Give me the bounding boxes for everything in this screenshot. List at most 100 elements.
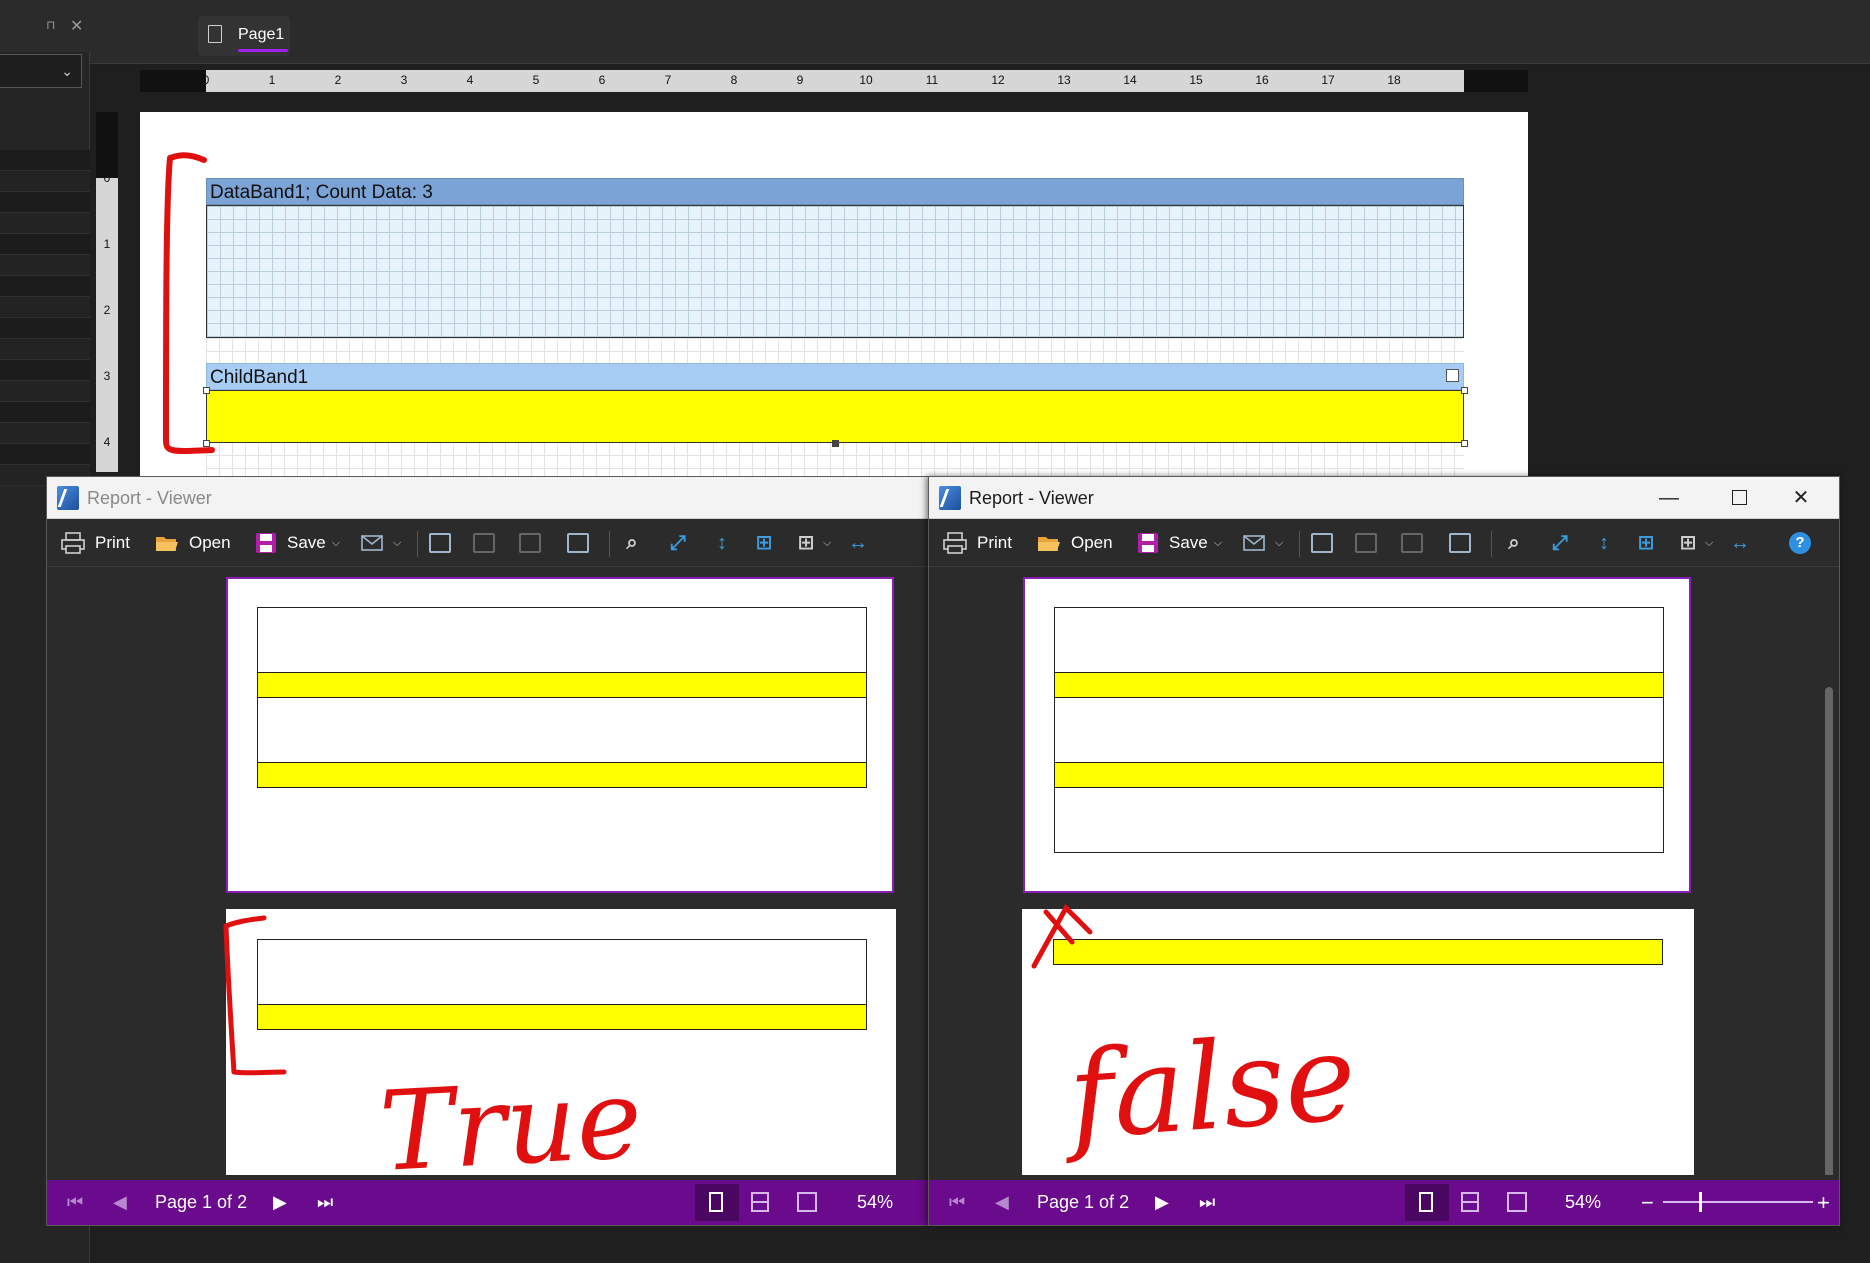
page-indicator[interactable]: Page 1 of 2 (1037, 1180, 1129, 1225)
page-indicator[interactable]: Page 1 of 2 (155, 1180, 247, 1225)
next-page-icon[interactable]: ▶ (273, 1180, 287, 1225)
continuous-view-button[interactable] (1449, 1184, 1493, 1221)
chevron-down-icon[interactable]: ⌵ (332, 537, 340, 550)
bookmarks-button[interactable] (1311, 527, 1333, 559)
close-icon[interactable]: ✕ (70, 16, 83, 36)
childband-header[interactable]: ChildBand1 (206, 363, 1464, 390)
open-button[interactable]: Open (1037, 527, 1113, 559)
print-button[interactable]: Print (943, 527, 1012, 559)
preview-page-2[interactable] (226, 909, 896, 1175)
tab-page1[interactable]: Page1 (198, 16, 290, 56)
multiple-pages-view-button[interactable] (1495, 1184, 1539, 1221)
panel-row[interactable] (0, 339, 90, 360)
preview-page-1[interactable] (226, 577, 894, 893)
zoom-out-icon[interactable]: − (1641, 1180, 1654, 1225)
view-mode-button[interactable]: ⊞ ⌵ (795, 527, 832, 559)
chevron-down-icon[interactable]: ⌵ (1275, 537, 1283, 550)
full-screen-button[interactable]: ⤢ (667, 527, 689, 559)
last-page-icon[interactable]: ⏭ (317, 1180, 333, 1225)
previous-page-icon[interactable]: ◀ (995, 1180, 1009, 1225)
save-button[interactable]: Save ⌵ (1137, 527, 1222, 559)
editor-button[interactable] (567, 527, 589, 559)
single-page-view-button[interactable] (695, 1184, 739, 1221)
childband-body[interactable] (206, 390, 1464, 443)
panel-row[interactable] (0, 150, 90, 171)
resize-handle[interactable] (203, 440, 210, 447)
page-height-button[interactable]: ↕ (1593, 527, 1615, 559)
thumbnails-button[interactable] (1401, 527, 1423, 559)
continuous-view-button[interactable] (739, 1184, 783, 1221)
send-email-button[interactable]: ⌵ (361, 527, 401, 559)
preview-page-2[interactable] (1022, 909, 1694, 1175)
band-options-icon[interactable] (1446, 369, 1459, 382)
page-view-button[interactable]: ↔ (847, 527, 869, 559)
zoom-in-icon[interactable]: + (1817, 1180, 1830, 1225)
zoom-slider-thumb[interactable] (1699, 1192, 1702, 1212)
zoom-level[interactable]: 54% (857, 1180, 893, 1225)
bookmarks-button[interactable] (429, 527, 451, 559)
panel-combo[interactable]: ⌄ (0, 54, 82, 88)
panel-row[interactable] (0, 423, 90, 444)
first-page-icon[interactable]: ⏮ (67, 1180, 83, 1225)
close-button[interactable]: ✕ (1771, 477, 1831, 519)
panel-row[interactable] (0, 276, 90, 297)
multiple-pages-view-button[interactable] (785, 1184, 829, 1221)
next-page-icon[interactable]: ▶ (1155, 1180, 1169, 1225)
page-view-button[interactable]: ↔ (1729, 527, 1751, 559)
open-button[interactable]: Open (155, 527, 231, 559)
find-button[interactable]: ⌕ (621, 527, 643, 559)
save-button[interactable]: Save ⌵ (255, 527, 340, 559)
resize-handle[interactable] (203, 387, 210, 394)
panel-row[interactable] (0, 234, 90, 255)
report-page[interactable]: DataBand1; Count Data: 3 ChildBand1 (140, 112, 1528, 482)
page-height-button[interactable]: ↕ (711, 527, 733, 559)
panel-row[interactable] (0, 360, 90, 381)
parameters-button[interactable] (473, 527, 495, 559)
parameters-button[interactable] (1355, 527, 1377, 559)
page-width-button[interactable]: ⊞ (1635, 527, 1657, 559)
panel-row[interactable] (0, 192, 90, 213)
chevron-down-icon[interactable]: ⌵ (823, 537, 831, 550)
print-button[interactable]: Print (61, 527, 130, 559)
viewer-preview-area[interactable] (47, 567, 930, 1175)
databand-header[interactable]: DataBand1; Count Data: 3 (206, 178, 1464, 205)
report-viewer-window-right[interactable]: Report - Viewer — ✕ Print Open Save ⌵ ⌵ (928, 476, 1840, 1226)
chevron-down-icon[interactable]: ⌵ (1214, 537, 1222, 550)
pin-icon[interactable]: ⊓ (46, 18, 55, 32)
maximize-button[interactable] (1709, 477, 1769, 519)
panel-row[interactable] (0, 255, 90, 276)
resize-handle[interactable] (1461, 440, 1468, 447)
zoom-slider[interactable] (1663, 1201, 1813, 1203)
first-page-icon[interactable]: ⏮ (949, 1180, 965, 1225)
panel-row[interactable] (0, 213, 90, 234)
editor-button[interactable] (1449, 527, 1471, 559)
panel-row[interactable] (0, 381, 90, 402)
previous-page-icon[interactable]: ◀ (113, 1180, 127, 1225)
viewer-preview-area[interactable] (929, 567, 1839, 1175)
panel-row[interactable] (0, 402, 90, 423)
viewer-titlebar[interactable]: Report - Viewer — ✕ (929, 477, 1839, 519)
vertical-scrollbar[interactable] (1825, 687, 1833, 1175)
zoom-level[interactable]: 54% (1565, 1180, 1601, 1225)
page-width-button[interactable]: ⊞ (753, 527, 775, 559)
preview-page-1[interactable] (1023, 577, 1691, 893)
panel-row[interactable] (0, 171, 90, 192)
help-button[interactable]: ? (1789, 527, 1811, 559)
last-page-icon[interactable]: ⏭ (1199, 1180, 1215, 1225)
find-button[interactable]: ⌕ (1503, 527, 1525, 559)
send-email-button[interactable]: ⌵ (1243, 527, 1283, 559)
single-page-view-button[interactable] (1405, 1184, 1449, 1221)
view-mode-button[interactable]: ⊞ ⌵ (1677, 527, 1714, 559)
viewer-titlebar[interactable]: Report - Viewer (47, 477, 930, 519)
full-screen-button[interactable]: ⤢ (1549, 527, 1571, 559)
panel-row[interactable] (0, 318, 90, 339)
databand-body[interactable] (206, 205, 1464, 338)
resize-handle[interactable] (832, 440, 839, 447)
panel-row[interactable] (0, 297, 90, 318)
minimize-button[interactable]: — (1639, 477, 1699, 519)
panel-row[interactable] (0, 444, 90, 465)
report-viewer-window-left[interactable]: Report - Viewer Print Open Save ⌵ ⌵ ⌕ ⤢ … (46, 476, 931, 1226)
thumbnails-button[interactable] (519, 527, 541, 559)
resize-handle[interactable] (1461, 387, 1468, 394)
chevron-down-icon[interactable]: ⌵ (393, 537, 401, 550)
